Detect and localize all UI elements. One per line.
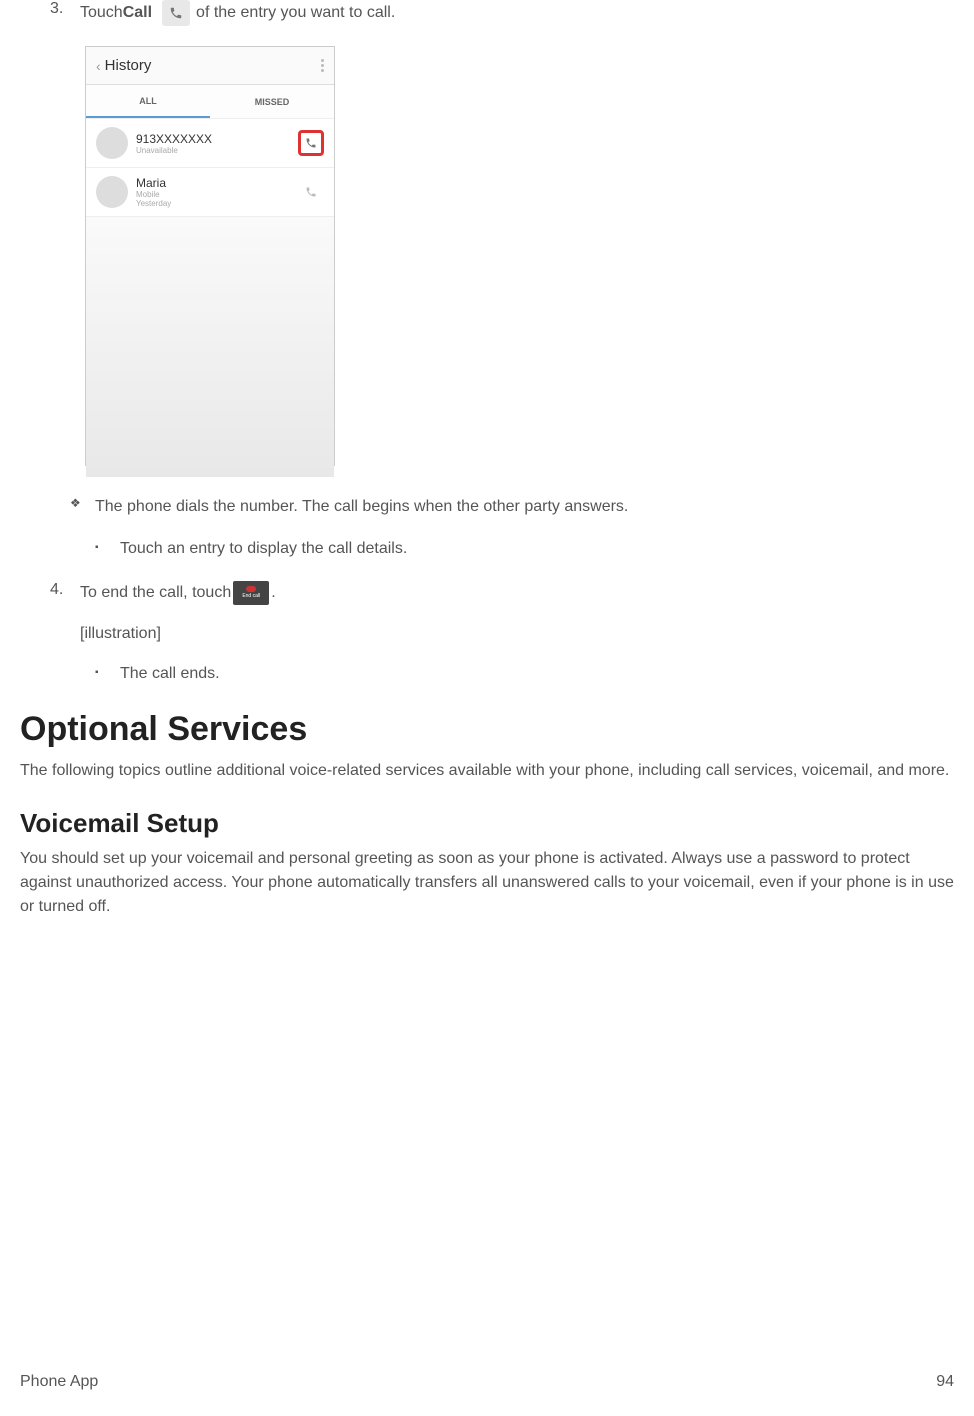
tab-missed: MISSED	[210, 85, 334, 118]
end-call-label: End call	[242, 593, 260, 600]
step3-before: Touch	[80, 2, 123, 24]
screenshot-empty-area	[86, 217, 334, 477]
step4-before: To end the call, touch	[80, 582, 231, 604]
screenshot-title: History	[105, 57, 152, 74]
entry2-sub1: Mobile	[136, 190, 298, 199]
illustration-placeholder: [illustration]	[80, 625, 954, 643]
step3-bold: Call	[123, 2, 152, 24]
back-chevron-icon: ‹	[96, 58, 101, 74]
step-4-text: To end the call, touch End call .	[80, 581, 276, 605]
entry1-name: 913XXXXXXX	[136, 132, 298, 146]
screenshot-header: ‹ History	[86, 47, 334, 85]
step4-after: .	[271, 582, 275, 604]
para-optional-services: The following topics outline additional …	[20, 759, 954, 783]
bullet-dial: ❖ The phone dials the number. The call b…	[70, 496, 954, 518]
entry2-name: Maria	[136, 176, 298, 190]
call-button-highlighted	[298, 130, 324, 156]
square-bullet-icon: ▪	[95, 663, 120, 685]
heading-voicemail-setup: Voicemail Setup	[20, 808, 954, 839]
bullet-call-ends-text: The call ends.	[120, 663, 220, 685]
avatar-icon	[96, 176, 128, 208]
bullet-touch-entry-text: Touch an entry to display the call detai…	[120, 538, 407, 560]
para-voicemail-setup: You should set up your voicemail and per…	[20, 847, 954, 919]
footer-page-number: 94	[936, 1373, 954, 1391]
phone-screenshot: ‹ History ALL MISSED 913XXXXXXX Unavaila…	[85, 46, 335, 466]
tab-all: ALL	[86, 85, 210, 118]
heading-optional-services: Optional Services	[20, 710, 954, 749]
bullet-touch-entry: ▪ Touch an entry to display the call det…	[95, 538, 954, 560]
footer-left: Phone App	[20, 1373, 98, 1391]
end-call-icon: End call	[233, 581, 269, 605]
step-number-4: 4.	[50, 581, 80, 605]
avatar-icon	[96, 127, 128, 159]
step-3: 3. Touch Call of the entry you want to c…	[50, 0, 954, 26]
square-bullet-icon: ▪	[95, 538, 120, 560]
screenshot-tabs: ALL MISSED	[86, 85, 334, 119]
menu-dots-icon	[321, 59, 324, 72]
step3-after: of the entry you want to call.	[196, 2, 395, 24]
entry1-sub: Unavailable	[136, 146, 298, 155]
step-3-text: Touch Call of the entry you want to call…	[80, 0, 395, 26]
diamond-bullet-icon: ❖	[70, 496, 95, 518]
history-entry-2: Maria Mobile Yesterday	[86, 168, 334, 217]
screenshot-container: ‹ History ALL MISSED 913XXXXXXX Unavaila…	[85, 46, 954, 466]
bullet-call-ends: ▪ The call ends.	[95, 663, 954, 685]
entry2-sub2: Yesterday	[136, 199, 298, 208]
call-icon	[162, 0, 190, 26]
bullet-dial-text: The phone dials the number. The call beg…	[95, 496, 628, 518]
step-number-3: 3.	[50, 0, 80, 26]
step-4: 4. To end the call, touch End call .	[50, 581, 954, 605]
call-button	[298, 179, 324, 205]
history-entry-1: 913XXXXXXX Unavailable	[86, 119, 334, 168]
page-footer: Phone App 94	[20, 1373, 954, 1391]
